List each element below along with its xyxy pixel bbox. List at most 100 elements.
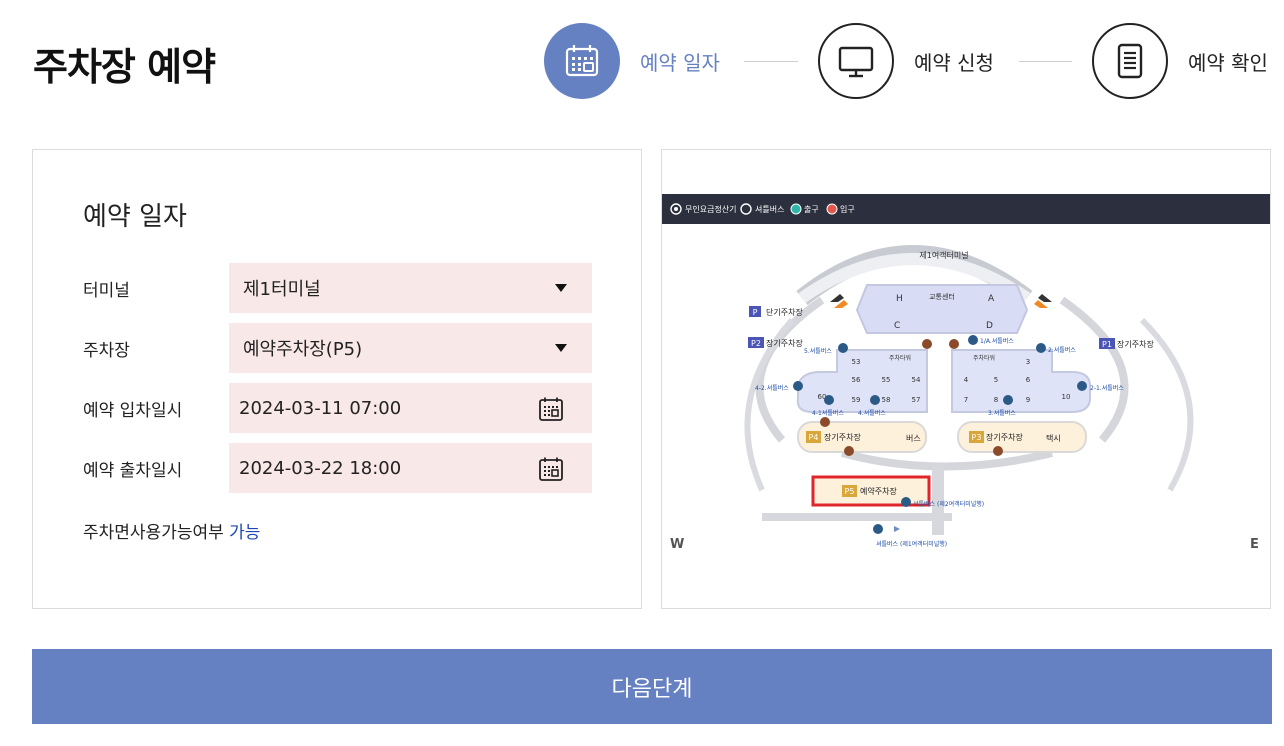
stop-4-1: 4-1셔틀버스 [812,409,844,417]
svg-text:10: 10 [1062,393,1071,401]
stop-2: 2.셔틀버스 [1048,346,1076,354]
bus-stop-icon [1036,343,1046,353]
calendar-icon[interactable] [538,396,564,422]
step-reservation-date: 예약 일자 [544,22,720,100]
legend-kiosk: 무인요금정산기 [685,204,737,214]
zone-c: C [894,321,900,331]
transport-center-label: 교통센터 [929,292,955,301]
step-label: 예약 확인 [1188,50,1268,75]
terminal-value: 제1터미널 [243,279,321,300]
svg-text:7: 7 [964,396,968,404]
kiosk-pin-icon [844,446,854,456]
bus-stop-icon [870,395,880,405]
bus-stop-icon [873,524,883,534]
svg-text:59: 59 [852,396,861,404]
p4-label: 장기주차장 [824,432,861,442]
stop-p5-bottom: 셔틀버스 (제1여객터미널행) [876,540,947,548]
svg-text:5: 5 [994,376,998,384]
next-step-button[interactable]: 다음단계 [32,649,1272,724]
chevron-down-icon [555,344,567,352]
p1-label: 장기주차장 [1117,339,1154,349]
svg-text:P3: P3 [972,433,982,442]
stop-4: 4.셔틀버스 [858,409,886,417]
exit-value: 2024-03-22 18:00 [239,457,402,479]
document-icon [1117,43,1143,79]
chevron-down-icon [555,284,567,292]
short-term-label: 단기주차장 [766,307,803,317]
kiosk-pin-icon [820,417,830,427]
bus-stop-icon [793,381,803,391]
svg-text:P5: P5 [845,487,855,496]
svg-text:3: 3 [1026,358,1030,366]
parking-map: 무인요금정산기 셔틀버스 출구 입구 제1여객터미널 H A 교통센터 C D … [662,194,1270,552]
svg-text:53: 53 [852,358,861,366]
calendar-icon [565,45,599,77]
stop-p5-right: 셔틀버스 (제2여객터미널행) [913,500,984,508]
p4-bus-label: 버스 [906,433,921,443]
step-circle [818,23,894,99]
svg-text:57: 57 [912,396,921,404]
stop-1a: 1/A.셔틀버스 [980,337,1014,345]
svg-text:P4: P4 [809,433,819,442]
exit-datetime-field[interactable]: 2024-03-22 18:00 [229,443,592,493]
step-label: 예약 신청 [914,50,994,75]
bus-stop-icon [901,497,911,507]
svg-text:4: 4 [964,376,969,384]
p2-label: 장기주차장 [766,338,803,348]
monitor-icon [838,46,874,78]
entry-value: 2024-03-11 07:00 [239,397,402,419]
reservation-form-panel: 예약 일자 터미널 제1터미널 주차장 예약주차장(P5) 예약 입차일시 20… [32,149,642,609]
terminal-row: 터미널 제1터미널 [83,263,593,313]
bus-stop-icon [824,395,834,405]
entry-row: 예약 입차일시 2024-03-11 07:00 [83,383,593,433]
entry-datetime-field[interactable]: 2024-03-11 07:00 [229,383,592,433]
legend-shuttle: 셔틀버스 [755,204,784,214]
availability-status: 주차면사용가능여부 가능 [83,518,260,543]
exit-row: 예약 출차일시 2024-03-22 18:00 [83,443,593,493]
terminal-select[interactable]: 제1터미널 [229,263,592,313]
tower-label-right: 주차타워 [973,354,995,362]
parking-map-panel: 무인요금정산기 셔틀버스 출구 입구 제1여객터미널 H A 교통센터 C D … [661,149,1271,609]
legend-exit: 출구 [804,204,819,214]
terminal-label: 터미널 [83,280,130,301]
bus-stop-icon [1003,395,1013,405]
step-label: 예약 일자 [640,50,720,75]
exit-icon [790,203,802,215]
step-reservation-confirm: 예약 확인 [1092,22,1268,100]
svg-text:P: P [753,308,758,317]
form-heading: 예약 일자 [83,202,187,232]
step-divider [1019,61,1072,62]
step-reservation-request: 예약 신청 [818,22,994,100]
terminal-name: 제1여객터미널 [919,250,968,260]
calendar-icon[interactable] [538,456,564,482]
svg-text:9: 9 [1026,396,1030,404]
tower-label-left: 주차타워 [889,354,911,362]
stop-2-1: 2-1.셔틀버스 [1090,384,1124,392]
bus-stop-icon [1077,381,1087,391]
parking-label: 주차장 [83,340,130,361]
legend-entrance: 입구 [840,205,855,214]
entry-label: 예약 입차일시 [83,400,183,421]
svg-text:55: 55 [882,376,891,384]
map-legend-bar [662,194,1270,224]
bus-stop-icon [838,343,848,353]
step-circle [1092,23,1168,99]
stop-4-2: 4-2.셔틀버스 [755,384,789,392]
step-divider [744,61,798,62]
parking-select[interactable]: 예약주차장(P5) [229,323,592,373]
kiosk-pin-icon [949,339,959,349]
step-circle [544,23,620,99]
zone-h: H [896,294,903,304]
parking-value: 예약주차장(P5) [243,339,363,360]
svg-text:P1: P1 [1102,340,1112,349]
kiosk-pin-icon [993,446,1003,456]
svg-text:54: 54 [912,376,921,384]
stop-5: 5.셔틀버스 [804,347,832,355]
page-title: 주차장 예약 [33,45,216,89]
exit-label: 예약 출차일시 [83,460,183,481]
availability-label: 주차면사용가능여부 [83,523,224,543]
svg-text:56: 56 [852,376,861,384]
svg-text:58: 58 [882,396,891,404]
entrance-icon [826,203,838,215]
stop-3: 3.셔틀버스 [988,409,1016,417]
